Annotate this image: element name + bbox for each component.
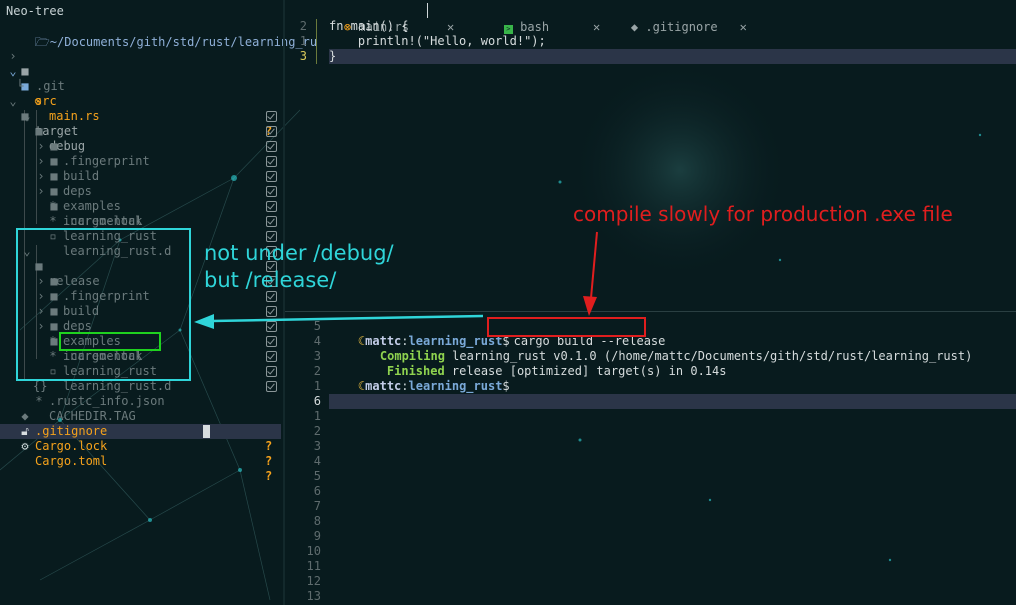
line-number: 1: [313, 379, 321, 393]
tree-item[interactable]: › ■ incremental: [0, 169, 281, 228]
annotation-red-note: compile slowly for production .exe file: [573, 202, 953, 226]
tree-item[interactable]: › ■ deps: [0, 139, 281, 198]
annotation-command-box: [487, 317, 646, 337]
line-number: 3: [313, 439, 321, 453]
line-number: 6: [313, 394, 321, 408]
ignored-status-icon: [266, 351, 277, 362]
prompt-user: mattc: [365, 379, 402, 393]
tree-item[interactable]: * .cargo-lock: [0, 184, 281, 228]
line-number: 10: [306, 544, 321, 558]
tab-main-rs[interactable]: ⊗ main.rs ✕: [315, 3, 454, 34]
tree-item[interactable]: ◆ .gitignore ?: [0, 394, 281, 453]
ignored-status-icon: [266, 201, 277, 212]
line-number: 8: [313, 514, 321, 528]
line-number: 1: [313, 409, 321, 423]
terminal-prompt-line: ☾mattc:learning_rust$: [357, 379, 510, 393]
tree-item[interactable]: * learning_rust: [0, 199, 281, 243]
indent-guide: [316, 19, 317, 64]
line-number: 3: [313, 349, 321, 363]
tree-item[interactable]: › ■ .git: [0, 34, 281, 93]
prompt-symbol: $: [502, 379, 510, 393]
ignored-status-icon: [266, 111, 277, 122]
prompt-directory: learning_rust: [408, 379, 503, 393]
annotation-cyan-line2: but /release/: [204, 268, 337, 292]
line-number: 6: [313, 484, 321, 498]
code-line: }: [329, 49, 337, 63]
ignored-status-icon: [266, 321, 277, 332]
ignored-status-icon: [266, 366, 277, 377]
annotation-binary-box: [59, 332, 161, 351]
git-status-badge: ?: [265, 469, 273, 483]
tree-item[interactable]: ⚙ Cargo.toml ?: [0, 424, 281, 483]
annotation-cyan-line1: not under /debug/: [204, 241, 394, 265]
tree-item[interactable]: * CACHEDIR.TAG: [0, 379, 281, 423]
ignored-status-icon: [266, 291, 277, 302]
line-number: 11: [306, 559, 321, 573]
tab-separator: [427, 3, 428, 18]
ignored-status-icon: [266, 141, 277, 152]
ignored-status-icon: [266, 216, 277, 227]
line-number: 1: [299, 34, 307, 48]
line-number: 9: [313, 529, 321, 543]
line-number: 4: [313, 334, 321, 348]
editor-pane[interactable]: 2 fn main() { 1 println!("Hello, world!"…: [285, 19, 1016, 65]
annotation-release-box: [16, 228, 191, 381]
ignored-status-icon: [266, 306, 277, 317]
ignored-status-icon: [266, 336, 277, 347]
terminal-output-line: Compiling learning_rust v0.1.0 (/home/ma…: [329, 334, 972, 363]
tab-bash[interactable]: > bash ✕: [475, 3, 600, 34]
line-number: 2: [313, 364, 321, 378]
current-line-highlight: [329, 394, 1016, 409]
tree-item[interactable]: ⌄ ■ debug: [0, 94, 281, 153]
terminal-pane[interactable]: 5 4 3 2 1 6 1 2 3 4 5 6 7 8 9 10 11 12 1…: [285, 319, 1016, 605]
line-number: 12: [306, 574, 321, 588]
current-line-highlight: [329, 49, 1016, 64]
ignored-status-icon: [266, 171, 277, 182]
git-status-badge: ?: [265, 454, 273, 468]
tree-item[interactable]: › ■ .fingerprint: [0, 109, 281, 168]
tree-item-label: Cargo.lock: [35, 439, 108, 453]
tab-gitignore[interactable]: ◆ .gitignore ✕: [602, 3, 747, 34]
tree-item[interactable]: › ■ build: [0, 124, 281, 183]
split-divider: [285, 311, 1016, 312]
tree-item[interactable]: ▫ learning_rust.d: [0, 214, 281, 258]
code-line: fn main() {: [329, 19, 409, 33]
line-number: 7: [313, 499, 321, 513]
git-status-badge: ?: [265, 439, 273, 453]
ignored-status-icon: [266, 126, 277, 137]
line-number: 3: [299, 49, 307, 63]
tree-item-label: Cargo.toml: [35, 454, 108, 468]
code-line: println!("Hello, world!");: [329, 34, 546, 48]
ignored-status-icon: [266, 186, 277, 197]
tree-item[interactable]: › ■ examples: [0, 154, 281, 213]
line-number: 2: [299, 19, 307, 33]
ignored-status-icon: [266, 156, 277, 167]
tree-item[interactable]: ⌄ ■ target: [0, 79, 281, 138]
gear-icon: ⚙: [21, 439, 29, 453]
line-number: 5: [313, 319, 321, 333]
tree-item[interactable]: 🔓︎ Cargo.lock ?: [0, 409, 281, 468]
ignored-status-icon: [266, 381, 277, 392]
tree-item[interactable]: └ ⊗ main.rs ?: [0, 64, 281, 138]
line-number: 2: [313, 424, 321, 438]
tree-item[interactable]: ⌄ ■ src: [0, 49, 281, 108]
line-number: 5: [313, 469, 321, 483]
sidebar-title: Neo-tree: [6, 4, 64, 18]
line-number: 13: [306, 589, 321, 603]
line-number: 4: [313, 454, 321, 468]
terminal-output-line: Finished release [optimized] target(s) i…: [329, 349, 727, 378]
